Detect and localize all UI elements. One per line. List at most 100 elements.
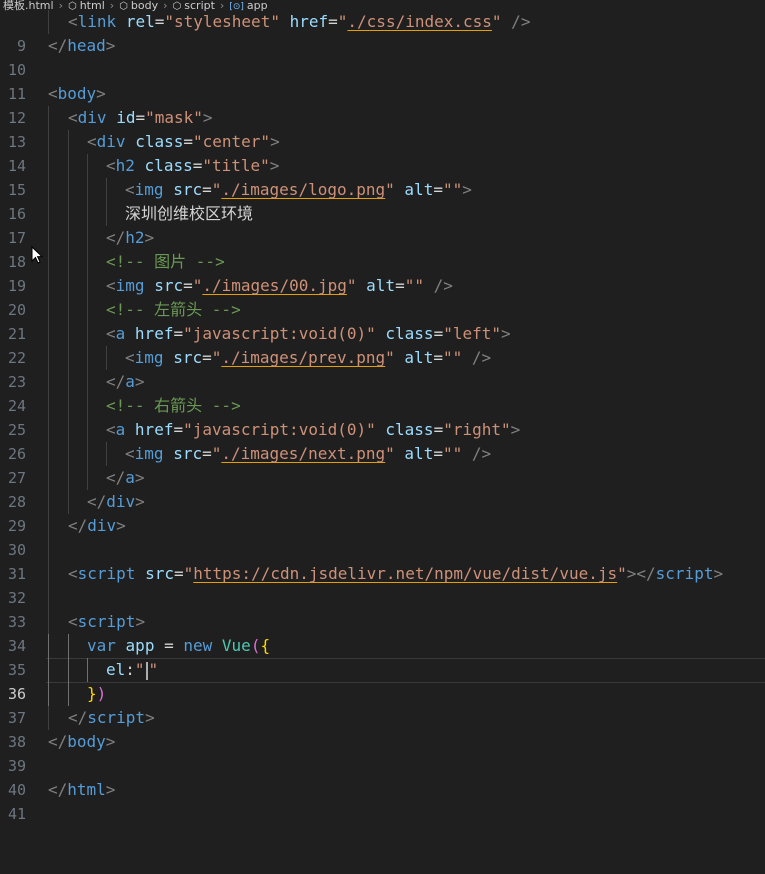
indent-guide [68,634,69,658]
code-line[interactable]: 9 <link rel="stylesheet" href="./css/ind… [0,10,765,55]
indent-guide [48,346,49,370]
indent-guide [68,658,69,682]
indent-guide [48,154,49,178]
indent-guide [48,298,49,322]
indent-guide [48,418,49,442]
indent-guide [68,154,69,178]
indent-guide [48,610,49,634]
indent-guide [48,514,49,538]
indent-guide [87,202,88,226]
code-line[interactable]: 18 </h2> [0,226,765,271]
code-comment: <!-- 左箭头 --> [106,300,241,319]
indent-guide [68,130,69,154]
indent-guide [48,10,49,34]
indent-guide [48,562,49,586]
indent-guide [68,682,69,706]
code-line[interactable]: 21 <!-- 左箭头 --> [0,298,765,343]
indent-guide [68,298,69,322]
code-line[interactable]: 17 深圳创维校区环境 [0,202,765,247]
code-line[interactable]: 33 [0,586,765,631]
indent-guide [87,370,88,394]
indent-guide [48,322,49,346]
code-line[interactable]: 39 </body> [0,730,765,775]
indent-guide [68,442,69,466]
code-line[interactable]: 37 }) [0,682,765,727]
code-line[interactable]: 25 <!-- 右箭头 --> [0,394,765,439]
code-text: <a href="javascript:void(0)" class="left… [106,324,511,343]
indent-guide [68,274,69,298]
code-line[interactable]: 20 <img src="./images/00.jpg" alt="" /> [0,274,765,319]
code-line[interactable]: 24 </a> [0,370,765,415]
code-text: <img src="./images/prev.png" alt="" /> [125,348,492,367]
mouse-pointer-icon [31,246,43,264]
code-line[interactable]: 23 <img src="./images/prev.png" alt="" /… [0,346,765,391]
indent-guide [48,442,49,466]
code-line[interactable]: 11 [0,58,765,103]
code-line-current[interactable]: 36 el:" " [0,658,765,703]
indent-guide [106,178,107,202]
indent-guide [48,706,49,730]
code-text: </h2> [106,228,155,247]
indent-guide [87,322,88,346]
code-text: </html> [48,780,116,799]
indent-guide [87,466,88,490]
code-line[interactable]: 30 </div> [0,514,765,559]
code-text: <body> [48,84,106,103]
indent-guide [87,394,88,418]
indent-guide [87,346,88,370]
indent-guide [87,442,88,466]
indent-guide [87,226,88,250]
code-line[interactable]: 40 [0,754,765,799]
indent-guide [106,442,107,466]
indent-guide [68,322,69,346]
code-line[interactable]: 29 </div> [0,490,765,535]
code-text: }) [87,684,107,703]
code-line[interactable]: 14 <div class="center"> [0,130,765,175]
code-text: var app = new Vue({ [87,636,271,655]
code-line[interactable]: 22 <a href="javascript:void(0)" class="l… [0,322,765,367]
indent-guide [48,682,49,706]
code-line[interactable]: 10 </head> [0,34,765,79]
code-text: el:" " [106,660,159,680]
code-line[interactable]: 16 <img src="./images/logo.png" alt=""> [0,178,765,223]
code-line[interactable]: 15 <h2 class="title"> [0,154,765,199]
indent-guide [106,202,107,226]
indent-guide [48,394,49,418]
code-line[interactable]: 27 <img src="./images/next.png" alt="" /… [0,442,765,487]
code-line[interactable]: 12 <body> [0,82,765,127]
code-text: <div id="mask"> [68,108,213,127]
code-line[interactable]: 26 <a href="javascript:void(0)" class="r… [0,418,765,463]
indent-guide [48,586,49,610]
indent-guide [68,490,69,514]
code-text: 深圳创维校区环境 [125,204,254,223]
indent-guide [68,178,69,202]
code-line[interactable]: 32 <script src="https://cdn.jsdelivr.net… [0,562,765,607]
code-line[interactable]: 34 <script> [0,610,765,655]
code-line[interactable]: 31 [0,538,765,583]
code-text: <link rel="stylesheet" href="./css/index… [68,12,531,31]
code-text: <div class="center"> [87,132,280,151]
code-line[interactable]: 13 <div id="mask"> [0,106,765,151]
indent-guide [48,538,49,562]
code-editor[interactable]: 9 <link rel="stylesheet" href="./css/ind… [0,10,765,834]
indent-guide [48,370,49,394]
code-text: </div> [68,516,126,535]
code-line[interactable]: 19 <!-- 图片 --> [0,250,765,295]
code-text: </a> [106,468,145,487]
indent-guide [68,370,69,394]
indent-guide [68,226,69,250]
text-cursor [145,661,148,680]
indent-guide [48,130,49,154]
code-line[interactable]: 41 </html> [0,778,765,823]
indent-guide [48,466,49,490]
code-line[interactable]: 38 </script> [0,706,765,751]
indent-guide [48,658,49,682]
indent-guide [48,250,49,274]
code-text: <h2 class="title"> [106,156,280,175]
code-line[interactable]: 28 </a> [0,466,765,511]
code-text: <img src="./images/00.jpg" alt="" /> [106,276,453,295]
indent-guide [68,394,69,418]
code-text: </head> [48,36,116,55]
code-line[interactable]: 35 var app = new Vue({ [0,634,765,679]
indent-guide [87,178,88,202]
